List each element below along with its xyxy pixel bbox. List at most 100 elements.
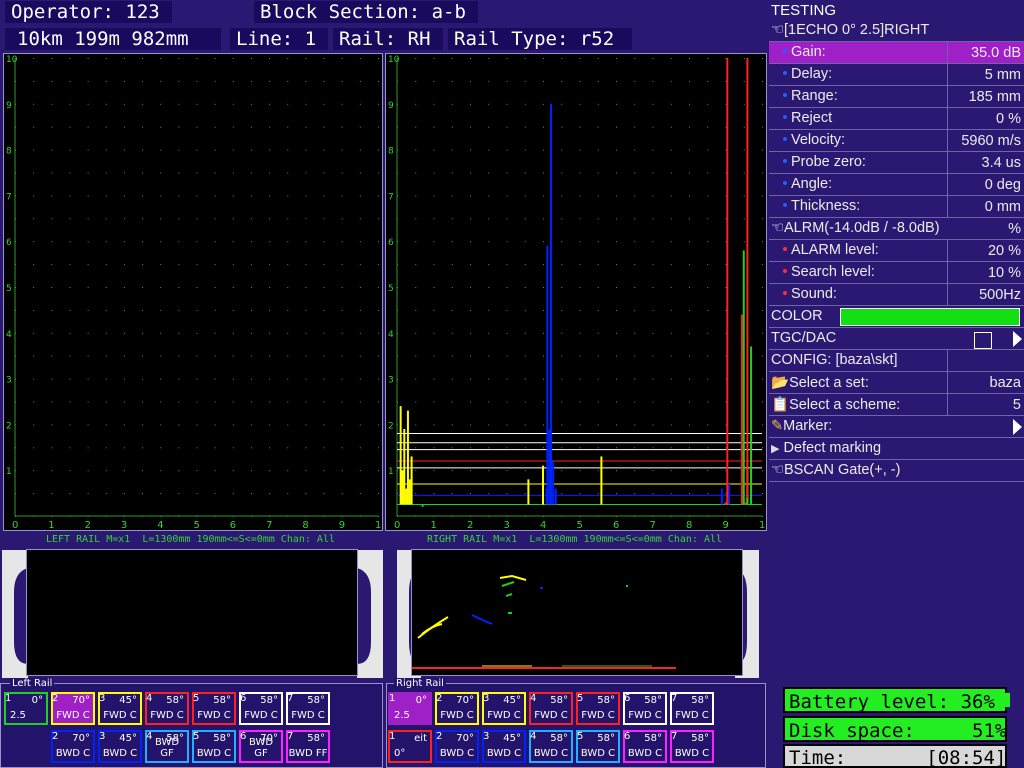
- param-label: Probe zero:: [791, 154, 866, 170]
- param-value: 3.4 us: [981, 155, 1022, 171]
- alarm-header[interactable]: ☜ALRM(-14.0dB / -8.0dB) %: [769, 218, 1024, 240]
- channel-button[interactable]: 1 eit 0°: [388, 730, 432, 763]
- echo-header[interactable]: ☜[1ECHO 0° 2.5]RIGHT: [769, 20, 1024, 42]
- channel-button[interactable]: 6 58° BWD C: [623, 730, 667, 763]
- defect-marking-row[interactable]: ▶ Defect marking: [769, 438, 1024, 460]
- x-tick-label: 2: [467, 520, 473, 530]
- channel-button[interactable]: 3 45° FWD C: [482, 692, 526, 725]
- tgc-dac-row[interactable]: TGC/DAC: [769, 328, 1024, 350]
- channel-button[interactable]: 3 45° FWD C: [98, 692, 142, 725]
- color-row[interactable]: COLOR: [769, 306, 1024, 328]
- channel-button[interactable]: 7 58° FWD C: [670, 692, 714, 725]
- select-set-row[interactable]: 📂Select a set: baza: [769, 372, 1024, 394]
- channel-button[interactable]: 7 58° BWD FF: [286, 730, 330, 763]
- time-display: Time: [08:54]: [783, 744, 1007, 768]
- config-row[interactable]: CONFIG: [baza\skt]: [769, 350, 1024, 372]
- channel-button[interactable]: 6 58° FWD C: [239, 692, 283, 725]
- param-label: Thickness:: [791, 198, 861, 214]
- channel-angle: 58°: [213, 695, 231, 706]
- bscan-gate-row[interactable]: ☜BSCAN Gate(+, -): [769, 460, 1024, 482]
- channel-button[interactable]: 5 58° BWD C: [192, 730, 236, 763]
- channel-button[interactable]: 3 45° BWD C: [98, 730, 142, 763]
- channel-button[interactable]: 6 58° FWD C: [623, 692, 667, 725]
- alarm-label: Search level:: [791, 264, 875, 280]
- channel-button[interactable]: 2 70° BWD C: [51, 730, 95, 763]
- channel-button[interactable]: 2 70° BWD C: [435, 730, 479, 763]
- channel-button[interactable]: 5 58° BWD C: [576, 730, 620, 763]
- param-row[interactable]: Delay: 5 mm: [769, 64, 1024, 86]
- param-row[interactable]: Velocity: 5960 m/s: [769, 130, 1024, 152]
- gate-icon: ☜: [771, 462, 784, 478]
- param-row[interactable]: Thickness: 0 mm: [769, 196, 1024, 218]
- param-row[interactable]: Gain: 35.0 dB: [769, 42, 1024, 64]
- alarm-value: 500Hz: [979, 287, 1021, 303]
- param-row[interactable]: Range: 185 mm: [769, 86, 1024, 108]
- channel-button[interactable]: 5 58° FWD C: [192, 692, 236, 725]
- y-tick-label: 1: [388, 467, 394, 477]
- channel-button[interactable]: 3 45° BWD C: [482, 730, 526, 763]
- channel-button[interactable]: 4 58° FWD C: [145, 692, 189, 725]
- left-bscan-view: [26, 549, 358, 676]
- channel-button[interactable]: 5 58° FWD C: [576, 692, 620, 725]
- left-bscan: LEFT RAIL M=x1 L=1300mm 190mm<=S<=0mm Ch…: [0, 532, 385, 678]
- channel-button[interactable]: 7 58° BWD C: [670, 730, 714, 763]
- disk-space: Disk space: 51%: [783, 716, 1007, 742]
- marker-icon: ✎: [771, 418, 784, 434]
- color-swatch[interactable]: [840, 308, 1020, 326]
- right-bscan-data: [412, 574, 676, 669]
- param-row[interactable]: Reject 0 %: [769, 108, 1024, 130]
- bullet-icon: [783, 159, 787, 164]
- tgc-dac-checkbox[interactable]: [974, 332, 992, 349]
- channel-mode: BWD C: [55, 748, 91, 759]
- y-tick-label: 2: [388, 421, 394, 431]
- clipboard-icon: 📋: [771, 397, 790, 413]
- param-value: 0 mm: [984, 199, 1021, 215]
- channel-angle: 70°: [456, 733, 474, 744]
- channel-button[interactable]: 2 70° FWD C: [51, 692, 95, 725]
- channel-button[interactable]: 1 0° 2.5: [4, 692, 48, 725]
- param-row[interactable]: Angle: 0 deg: [769, 174, 1024, 196]
- channel-number: 2: [52, 693, 59, 704]
- alarm-row[interactable]: ALARM level: 20 %: [769, 240, 1024, 262]
- channel-button[interactable]: 6 70° BWD GF: [239, 730, 283, 763]
- defect-marking-label: Defect marking: [783, 440, 882, 456]
- param-value: 5960 m/s: [961, 133, 1021, 149]
- channel-button[interactable]: 4 58° BWD GF: [145, 730, 189, 763]
- channel-button[interactable]: 4 58° FWD C: [529, 692, 573, 725]
- channel-angle: 58°: [597, 733, 615, 744]
- param-value: 5 mm: [984, 67, 1021, 83]
- channel-angle: 45°: [503, 733, 521, 744]
- select-scheme-row[interactable]: 📋Select a scheme: 5: [769, 394, 1024, 416]
- y-tick-label: 7: [6, 192, 12, 202]
- play-icon: ▶: [771, 443, 780, 455]
- bullet-icon: [783, 93, 787, 98]
- left-ascan-svg: 1 2 3 4 5 6 7 8 9 10 0 1 2 3 4 5 6 7 8 9 10: [6, 55, 382, 530]
- marker-arrow-icon[interactable]: [1013, 419, 1022, 435]
- channel-angle: 58°: [691, 695, 709, 706]
- x-tick-label: 3: [121, 520, 127, 530]
- channel-button[interactable]: 1 0° 2.5: [388, 692, 432, 725]
- y-tick-label: 9: [6, 101, 12, 111]
- channel-angle: 58°: [166, 695, 184, 706]
- channel-button[interactable]: 2 70° FWD C: [435, 692, 479, 725]
- param-row[interactable]: Probe zero: 3.4 us: [769, 152, 1024, 174]
- select-set-value: baza: [989, 375, 1021, 391]
- bullet-icon: [783, 49, 787, 54]
- alarm-row[interactable]: Search level: 10 %: [769, 262, 1024, 284]
- alarm-row[interactable]: Sound: 500Hz: [769, 284, 1024, 306]
- channel-button[interactable]: 7 58° FWD C: [286, 692, 330, 725]
- channel-angle: 58°: [597, 695, 615, 706]
- channel-button[interactable]: 4 58° BWD C: [529, 730, 573, 763]
- channel-angle: 58°: [691, 733, 709, 744]
- x-tick-label: 0: [12, 520, 18, 530]
- x-tick-label: 8: [686, 520, 692, 530]
- tgc-dac-arrow-icon[interactable]: [1013, 331, 1022, 347]
- x-tick-label: 1: [48, 520, 54, 530]
- marker-row[interactable]: ✎Marker:: [769, 416, 1024, 438]
- y-tick-label: 4: [6, 330, 12, 340]
- bullet-icon: [783, 115, 787, 120]
- channel-mode: FWD C: [628, 710, 662, 721]
- channel-mode: FWD C: [675, 710, 709, 721]
- channel-number: 2: [52, 731, 59, 742]
- x-tick-label: 10: [759, 520, 766, 530]
